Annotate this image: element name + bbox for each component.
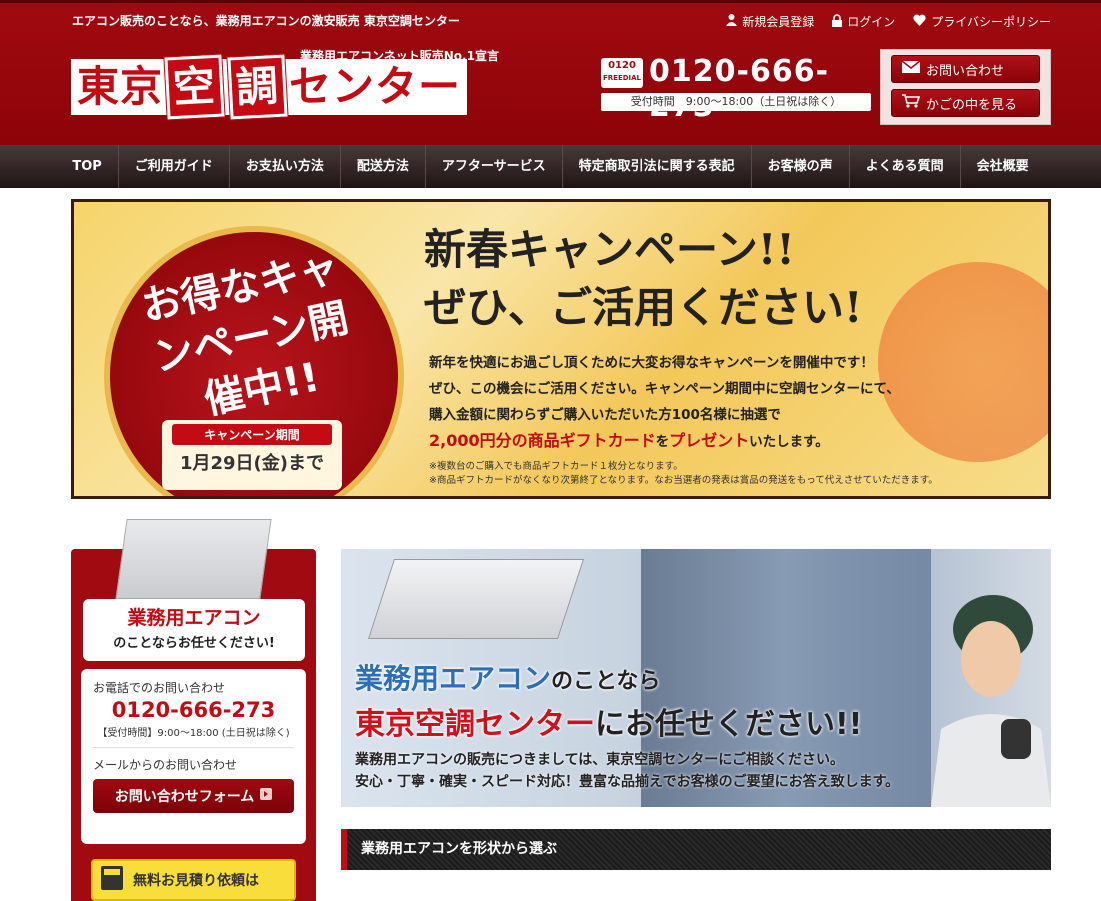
campaign-period-label: キャンペーン期間 (172, 424, 332, 445)
site-logo[interactable]: 東京 空 調 センター (71, 53, 468, 121)
nav-after-service[interactable]: アフターサービス (426, 145, 563, 188)
arrow-right-icon (260, 788, 273, 804)
freedial-icon: 0120 FREEDIAL (601, 58, 643, 88)
contact-button-label: お問い合わせ (926, 63, 1005, 79)
banner-note-1: ※複数台のご購入でも商品ギフトカード１枚分となります。 (429, 461, 683, 472)
logo-part-1: 東京 (77, 62, 164, 111)
banner-note-2: ※商品ギフトカードがなくなり次第終了となります。なお当選者の発表は賞品の発送をも… (429, 475, 938, 486)
login-label: ログイン (847, 15, 896, 29)
campaign-period-date: 1月29日(金)まで (179, 453, 325, 474)
hero-banner[interactable]: 業務用エアコンのことなら 東京空調センターにお任せください!! 業務用エアコンの… (341, 549, 1051, 807)
freedial-label: FREEDIAL (602, 74, 642, 82)
banner-headline-2: ぜひ、ご活用ください! (424, 283, 863, 332)
calculator-icon (101, 866, 123, 894)
aircon-unit-image (115, 519, 272, 599)
banner-line-2: ぜひ、この機会にご活用ください。キャンペーン期間中に空調センターにて、 (429, 381, 900, 397)
hero-description-2: 安心・丁寧・確実・スピード対応！豊富な品揃えでお客様のご要望にお答え致します。 (355, 774, 900, 790)
sun-decoration (878, 262, 1048, 462)
logo-part-4: センター (289, 62, 462, 111)
hero-heading-1-rest: のことなら (551, 669, 661, 694)
nav-guide[interactable]: ご利用ガイド (119, 145, 230, 188)
sidebar-title: 業務用エアコン のことならお任せください! (83, 599, 305, 661)
estimate-label: 無料お見積り依頼は (133, 873, 259, 889)
campaign-banner[interactable]: お得なキャンペーン開催中!! キャンペーン期間 1月29日(金)まで 新春キャン… (71, 199, 1051, 499)
privacy-label: プライバシーポリシー (931, 15, 1051, 29)
nav-top[interactable]: TOP (56, 145, 119, 188)
sidebar-phone-number[interactable]: 0120-666-273 (93, 698, 294, 722)
logo-part-3: 調 (226, 53, 289, 121)
contact-form-button[interactable]: お問い合わせフォーム (93, 779, 294, 813)
estimate-button[interactable]: 無料お見積り依頼は (91, 859, 296, 901)
hero-description-1: 業務用エアコンの販売につきましては、東京空調センターにご相談ください。 (355, 752, 845, 768)
nav-faq[interactable]: よくある質問 (850, 145, 961, 188)
hero-description: 業務用エアコンの販売につきましては、東京空調センターにご相談ください。 安心・丁… (355, 749, 899, 793)
banner-line-4-mid: を (655, 434, 670, 450)
sidebar-phone-label: お電話でのお問い合わせ (93, 681, 226, 695)
person-icon (726, 14, 738, 29)
cart-icon (902, 94, 921, 112)
sidebar-title-sub: のことならお任せください! (113, 636, 275, 651)
banner-line-4-end: いたします。 (749, 434, 829, 450)
mail-icon (901, 60, 921, 77)
worker-image (931, 579, 1051, 807)
logo-part-2: 空 (163, 53, 226, 121)
sidebar-title-main: 業務用エアコン (127, 607, 261, 629)
contact-form-label: お問い合わせフォーム (114, 789, 255, 805)
nav-voice[interactable]: お客様の声 (752, 145, 850, 188)
banner-line-1: 新年を快適にお過ごし頂くために大変お得なキャンペーンを開催中です！ (429, 355, 874, 371)
top-links: 新規会員登録 ログイン プライバシーポリシー (726, 13, 1051, 30)
banner-line-3: 購入金額に関わらずご購入いただいた方100名様に抽選で (429, 407, 781, 423)
global-nav: TOP ご利用ガイド お支払い方法 配送方法 アフターサービス 特定商取引法に関… (0, 145, 1101, 188)
privacy-link[interactable]: プライバシーポリシー (913, 13, 1051, 30)
gift-card-text: 2,000円分の商品ギフトカード (429, 431, 656, 450)
section-title-shape: 業務用エアコンを形状から選ぶ (341, 829, 1051, 870)
nav-company[interactable]: 会社概要 (961, 145, 1045, 188)
sidebar: 業務用エアコン のことならお任せください! お電話でのお問い合わせ 0120-6… (71, 519, 316, 901)
login-link[interactable]: ログイン (832, 13, 895, 30)
banner-headline-1: 新春キャンペーン!! (424, 225, 795, 274)
banner-line-4: 2,000円分の商品ギフトカードをプレゼントいたします。 (429, 428, 900, 455)
cart-button[interactable]: かごの中を見る (891, 89, 1040, 117)
present-text: プレゼント (669, 431, 750, 450)
cart-button-label: かごの中を見る (926, 97, 1018, 113)
lock-icon (832, 13, 843, 30)
register-link[interactable]: 新規会員登録 (726, 13, 814, 30)
ceiling-aircon-image (368, 559, 584, 639)
site-header: エアコン販売のことなら、業務用エアコンの激安販売 東京空調センター 新規会員登録… (0, 0, 1101, 145)
nav-payment[interactable]: お支払い方法 (230, 145, 341, 188)
campaign-period: キャンペーン期間 1月29日(金)まで (162, 420, 342, 490)
hero-heading-2: 東京空調センターにお任せください!! (355, 699, 862, 743)
hero-heading-2-main: 東京空調センター (355, 707, 595, 742)
hero-heading-2-rest: にお任せください!! (595, 707, 863, 742)
contact-button[interactable]: お問い合わせ (891, 55, 1040, 83)
nav-delivery[interactable]: 配送方法 (341, 145, 426, 188)
hero-heading-1-main: 業務用エアコン (355, 662, 552, 695)
header-phone-number[interactable]: 0120-666-273 (649, 54, 871, 124)
header-hours: 受付時間 9:00〜18:00（土日祝は除く） (601, 93, 871, 111)
sidebar-contact: お電話でのお問い合わせ 0120-666-273 【受付時間】9:00〜18:0… (81, 669, 306, 844)
banner-notes: ※複数台のご購入でも商品ギフトカード１枚分となります。 ※商品ギフトカードがなく… (429, 460, 938, 488)
sidebar-hours: 【受付時間】9:00〜18:00 (土日祝は除く) (97, 728, 290, 739)
register-label: 新規会員登録 (742, 15, 815, 29)
nav-legal[interactable]: 特定商取引法に関する表記 (563, 145, 752, 188)
banner-body: 新年を快適にお過ごし頂くために大変お得なキャンペーンを開催中です！ ぜひ、この機… (429, 350, 900, 455)
header-tagline: エアコン販売のことなら、業務用エアコンの激安販売 東京空調センター (72, 14, 460, 28)
freedial-number: 0120 (608, 60, 636, 71)
sidebar-mail-label: メールからのお問い合わせ (93, 758, 238, 772)
hero-heading-1: 業務用エアコンのことなら (355, 657, 660, 697)
header-button-box: お問い合わせ かごの中を見る (880, 49, 1051, 125)
divider (93, 747, 294, 748)
heart-icon (913, 14, 926, 29)
